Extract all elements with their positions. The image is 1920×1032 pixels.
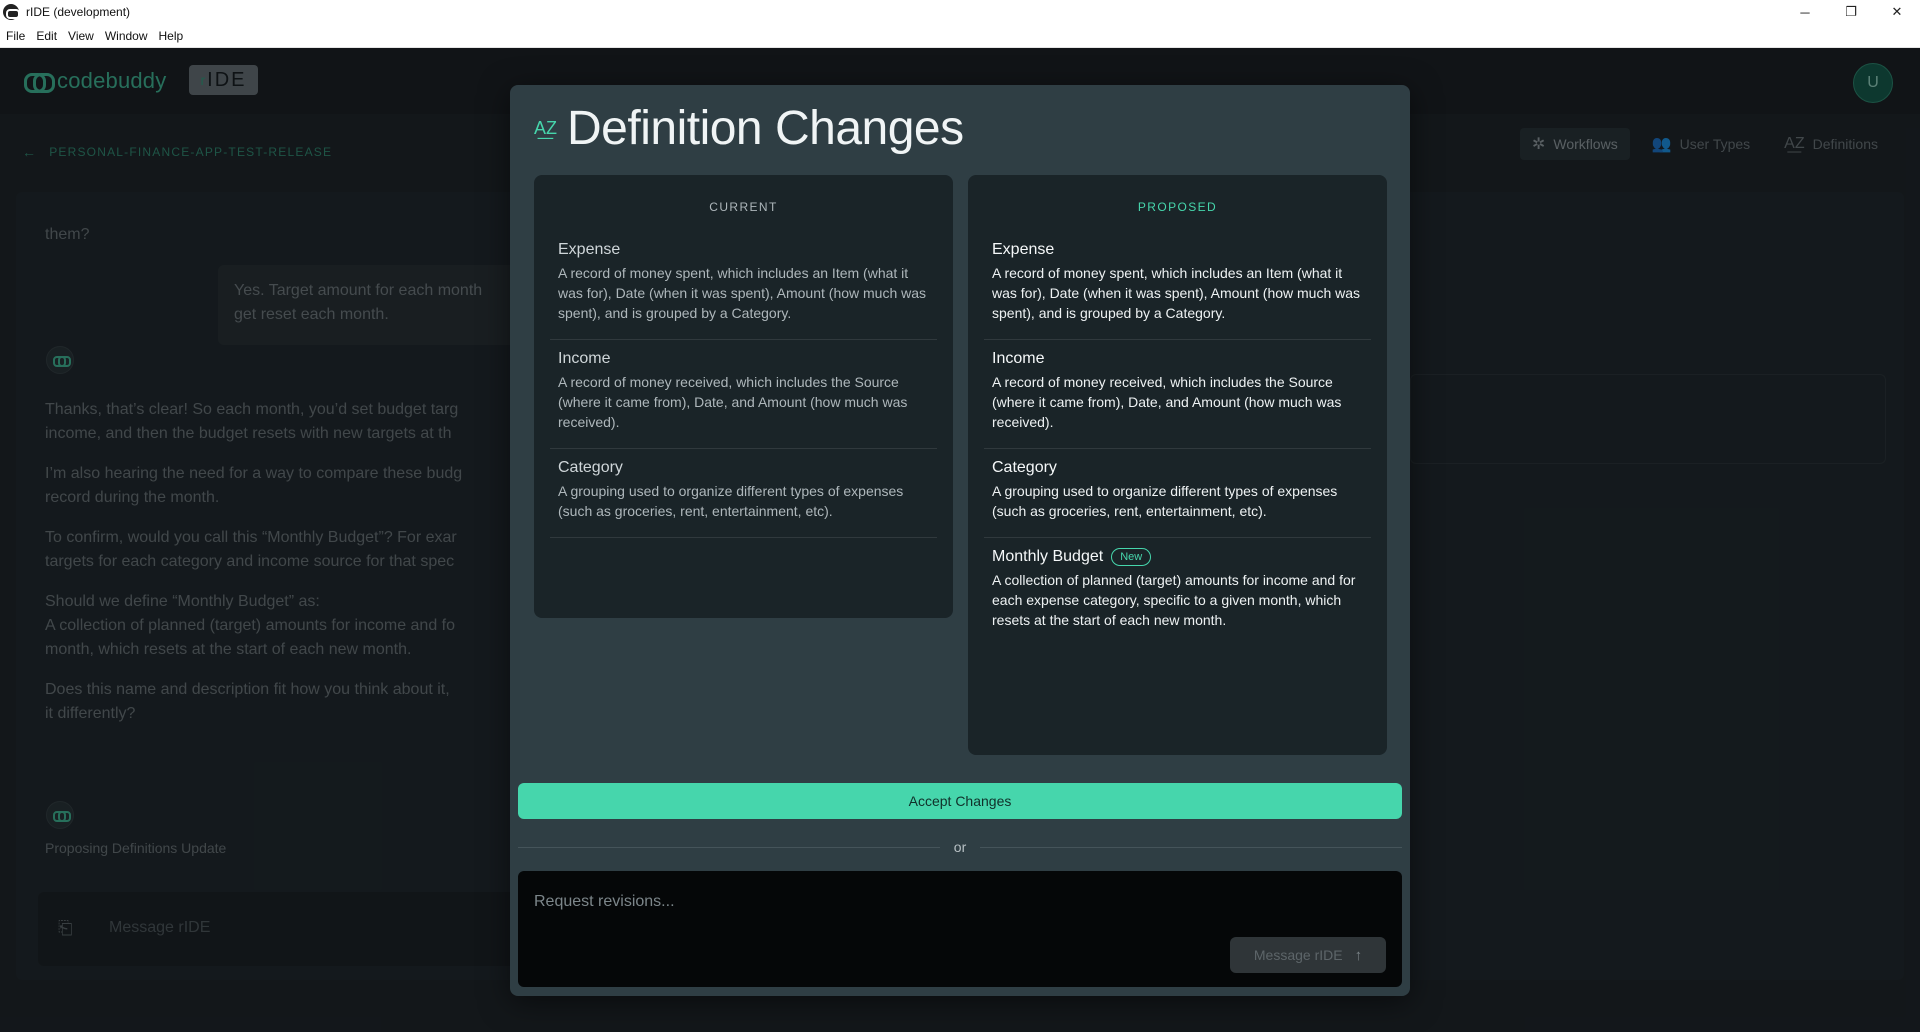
definition-description: A record of money spent, which includes …: [558, 265, 927, 321]
definition-description: A record of money spent, which includes …: [992, 265, 1361, 321]
send-label: Message rIDE: [1253, 947, 1343, 963]
window-title: rIDE (development): [26, 5, 131, 19]
proposed-heading: PROPOSED: [1137, 200, 1218, 214]
definition-changes-modal: A͟Z Definition Changes CURRENT Expense A…: [510, 85, 1410, 996]
send-message-button[interactable]: Message rIDE ↑: [1230, 937, 1386, 973]
current-heading: CURRENT: [709, 200, 778, 214]
window-titlebar: rIDE (development) ─ ❐ ✕: [0, 0, 1920, 24]
definition-item: Category A grouping used to organize dif…: [984, 449, 1371, 538]
definition-term: Income: [992, 350, 1045, 367]
modal-title-text: Definition Changes: [567, 102, 964, 155]
menu-help[interactable]: Help: [159, 29, 184, 43]
maximize-icon[interactable]: ❐: [1828, 0, 1874, 24]
app-icon: [3, 4, 20, 20]
menu-window[interactable]: Window: [105, 29, 148, 43]
definition-item-new: Monthly Budget New A collection of plann…: [984, 538, 1371, 646]
close-icon[interactable]: ✕: [1874, 0, 1920, 24]
definition-term: Category: [558, 459, 623, 476]
definition-item: Category A grouping used to organize dif…: [550, 449, 937, 538]
or-label: or: [953, 839, 967, 855]
new-badge: New: [1111, 548, 1152, 566]
definition-description: A grouping used to organize different ty…: [992, 483, 1338, 519]
definition-term: Monthly Budget: [992, 548, 1104, 565]
definition-term: Category: [992, 459, 1057, 476]
definition-description: A grouping used to organize different ty…: [558, 483, 904, 519]
definition-item: Income A record of money received, which…: [984, 340, 1371, 449]
definition-item: Expense A record of money spent, which i…: [550, 231, 937, 340]
definition-description: A collection of planned (target) amounts…: [992, 572, 1356, 628]
menu-edit[interactable]: Edit: [36, 29, 57, 43]
accept-changes-button[interactable]: Accept Changes: [518, 783, 1402, 819]
definition-term: Income: [558, 350, 611, 367]
or-divider: or: [518, 837, 1403, 857]
arrow-up-icon: ↑: [1354, 946, 1363, 964]
divider-line: [518, 846, 940, 848]
definition-term: Expense: [558, 241, 621, 258]
minimize-icon[interactable]: ─: [1782, 0, 1828, 24]
request-revisions-input[interactable]: Request revisions... Message rIDE ↑: [518, 871, 1402, 987]
definition-term-row: Monthly Budget New: [992, 548, 1363, 566]
current-definitions-column: CURRENT Expense A record of money spent,…: [534, 175, 953, 618]
definition-item: Income A record of money received, which…: [550, 340, 937, 449]
menu-bar: File Edit View Window Help: [0, 24, 1920, 48]
menu-file[interactable]: File: [6, 29, 25, 43]
proposed-definitions-column: PROPOSED Expense A record of money spent…: [968, 175, 1387, 755]
divider-line: [980, 846, 1403, 848]
revisions-placeholder: Request revisions...: [534, 893, 675, 910]
definition-description: A record of money received, which includ…: [558, 374, 908, 430]
definition-term: Expense: [992, 241, 1055, 258]
definition-description: A record of money received, which includ…: [992, 374, 1342, 430]
menu-view[interactable]: View: [68, 29, 94, 43]
definition-item: Expense A record of money spent, which i…: [984, 231, 1371, 340]
az-icon: A͟Z: [534, 118, 558, 138]
window-controls: ─ ❐ ✕: [1782, 0, 1920, 24]
modal-title: A͟Z Definition Changes: [534, 101, 964, 156]
